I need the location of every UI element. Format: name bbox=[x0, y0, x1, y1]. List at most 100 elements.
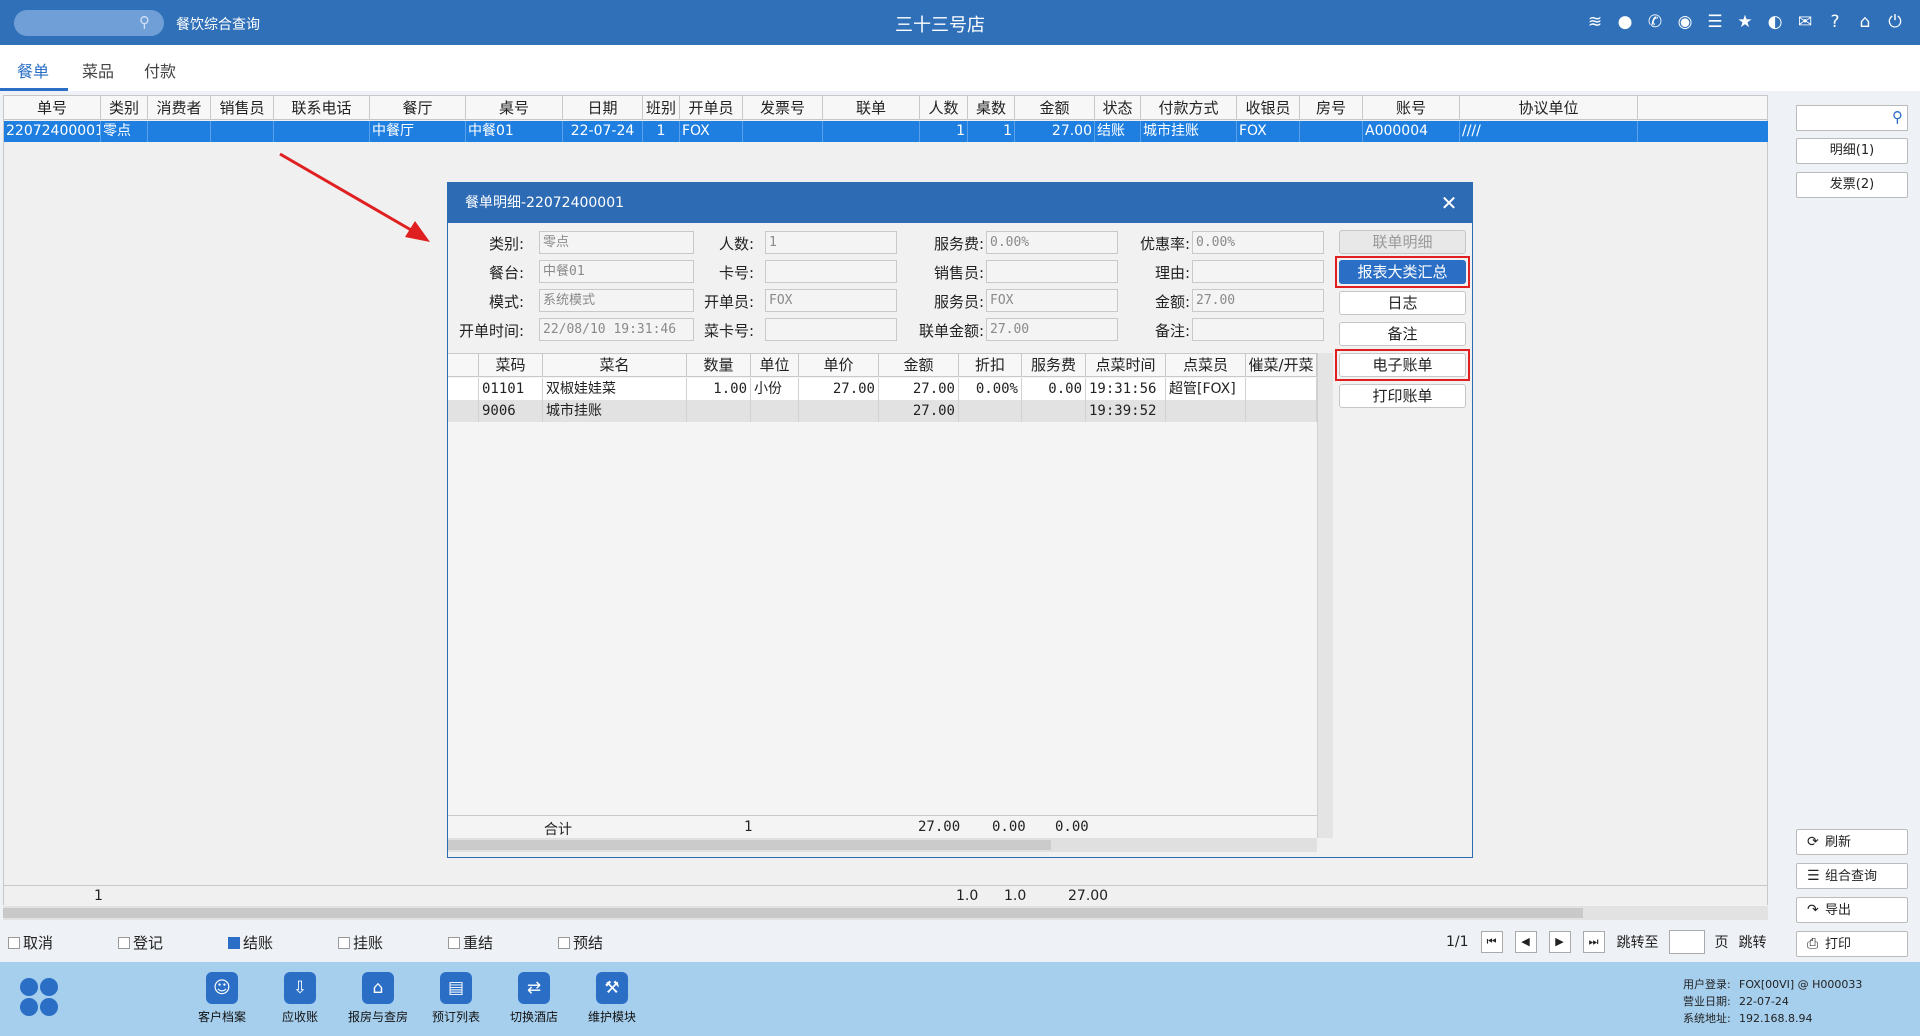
column-header[interactable]: 发票号 bbox=[743, 96, 823, 120]
taskbar-switch-hotel[interactable]: ⇄ 切换酒店 bbox=[498, 972, 570, 1025]
column-header[interactable]: 单号 bbox=[4, 96, 101, 120]
column-header[interactable]: 折扣 bbox=[959, 354, 1022, 377]
table-row[interactable]: 9006 城市挂账 27.00 19:39:52 bbox=[448, 400, 1317, 422]
column-header[interactable]: 账号 bbox=[1363, 96, 1460, 120]
people-field[interactable]: 1 bbox=[765, 231, 897, 254]
filter-cancelled[interactable]: 取消 bbox=[8, 932, 53, 953]
combo-query-button[interactable]: ☰ 组合查询 bbox=[1796, 863, 1908, 889]
menu-card-field[interactable] bbox=[765, 318, 897, 341]
checkbox-checked-icon[interactable] bbox=[228, 936, 240, 949]
column-header[interactable]: 数量 bbox=[687, 354, 751, 377]
taskbar-booking-list[interactable]: ▤ 预订列表 bbox=[420, 972, 492, 1025]
column-header[interactable]: 金额 bbox=[1015, 96, 1095, 120]
filter-registered[interactable]: 登记 bbox=[118, 932, 163, 953]
orders-grid-hscrollbar[interactable] bbox=[3, 906, 1768, 920]
column-header[interactable]: 服务费 bbox=[1022, 354, 1086, 377]
menu-icon[interactable]: ☰ bbox=[1704, 10, 1726, 34]
amount-field[interactable]: 27.00 bbox=[1192, 289, 1324, 312]
column-header[interactable]: 协议单位 bbox=[1460, 96, 1638, 120]
table-field[interactable]: 中餐01 bbox=[539, 260, 694, 283]
table-row[interactable]: 01101 双椒娃娃菜 1.00 小份 27.00 27.00 0.00% 0.… bbox=[448, 378, 1317, 400]
prev-page-icon[interactable]: ◀ bbox=[1514, 931, 1537, 953]
print-button[interactable]: ⎙ 打印 bbox=[1796, 931, 1908, 957]
table-row[interactable]: 22072400001 零点 中餐厅 中餐01 22-07-24 1 FOX 1… bbox=[4, 121, 1768, 142]
column-header[interactable]: 班别 bbox=[643, 96, 680, 120]
help-icon[interactable]: ? bbox=[1824, 10, 1846, 34]
order-items-vscrollbar[interactable] bbox=[1317, 353, 1333, 838]
phone-icon[interactable]: ✆ bbox=[1644, 10, 1666, 34]
filter-on-account[interactable]: 挂账 bbox=[338, 932, 383, 953]
mode-field[interactable]: 系统模式 bbox=[539, 289, 694, 312]
column-header[interactable]: 桌号 bbox=[466, 96, 563, 120]
column-header[interactable]: 菜名 bbox=[543, 354, 687, 377]
taskbar-maintenance[interactable]: ⚒ 维护模块 bbox=[576, 972, 648, 1025]
column-header[interactable]: 房号 bbox=[1300, 96, 1363, 120]
export-button[interactable]: ↷ 导出 bbox=[1796, 897, 1908, 923]
taskbar-customer-files[interactable]: ☺ 客户档案 bbox=[186, 972, 258, 1025]
tab-orders[interactable]: 餐单 bbox=[17, 58, 49, 82]
scrollbar-thumb[interactable] bbox=[448, 840, 1051, 850]
waiter-field[interactable]: FOX bbox=[986, 289, 1118, 312]
print-bill-button[interactable]: 打印账单 bbox=[1339, 384, 1466, 408]
wifi-icon[interactable]: ≋ bbox=[1584, 10, 1606, 34]
palette-icon[interactable]: ◉ bbox=[1674, 10, 1696, 34]
column-header[interactable]: 联单 bbox=[823, 96, 920, 120]
order-items-hscrollbar[interactable] bbox=[448, 838, 1317, 852]
column-header[interactable]: 菜码 bbox=[479, 354, 543, 377]
service-fee-field[interactable]: 0.00% bbox=[986, 231, 1118, 254]
column-header[interactable]: 餐厅 bbox=[370, 96, 466, 120]
filter-resettled[interactable]: 重结 bbox=[448, 932, 493, 953]
column-header[interactable]: 桌数 bbox=[968, 96, 1015, 120]
opener-field[interactable]: FOX bbox=[765, 289, 897, 312]
column-header[interactable]: 类别 bbox=[101, 96, 148, 120]
checkbox-icon[interactable] bbox=[8, 936, 20, 949]
tab-payments[interactable]: 付款 bbox=[144, 58, 176, 82]
column-header[interactable]: 人数 bbox=[920, 96, 968, 120]
scrollbar-thumb[interactable] bbox=[3, 908, 1583, 918]
star-icon[interactable]: ★ bbox=[1734, 10, 1756, 34]
checkbox-icon[interactable] bbox=[338, 936, 350, 949]
goto-page-input[interactable] bbox=[1668, 930, 1705, 954]
chat-icon[interactable]: ● bbox=[1614, 10, 1636, 34]
invoice-button[interactable]: 发票(2) bbox=[1796, 172, 1908, 198]
column-header[interactable]: 点菜员 bbox=[1166, 354, 1246, 377]
goto-button[interactable]: 跳转 bbox=[1739, 932, 1767, 952]
checkbox-icon[interactable] bbox=[118, 936, 130, 949]
remark-field[interactable] bbox=[1192, 318, 1324, 341]
close-icon[interactable]: ✕ bbox=[1438, 191, 1460, 215]
first-page-icon[interactable]: ⏮ bbox=[1480, 931, 1503, 953]
next-page-icon[interactable]: ▶ bbox=[1548, 931, 1571, 953]
e-bill-button[interactable]: 电子账单 bbox=[1339, 353, 1466, 377]
column-header[interactable]: 单价 bbox=[799, 354, 879, 377]
column-header[interactable]: 消费者 bbox=[148, 96, 211, 120]
theme-icon[interactable]: ◐ bbox=[1764, 10, 1786, 34]
filter-pre-settled[interactable]: 预结 bbox=[558, 932, 603, 953]
column-header[interactable]: 点菜时间 bbox=[1086, 354, 1166, 377]
column-header[interactable]: 付款方式 bbox=[1141, 96, 1237, 120]
reason-field[interactable] bbox=[1192, 260, 1324, 283]
category-summary-button[interactable]: 报表大类汇总 bbox=[1339, 260, 1466, 284]
side-search-input[interactable]: ⚲ bbox=[1796, 105, 1908, 131]
log-button[interactable]: 日志 bbox=[1339, 291, 1466, 315]
home-icon[interactable]: ⌂ bbox=[1854, 10, 1876, 34]
column-header[interactable]: 催菜/开菜 bbox=[1246, 354, 1317, 377]
checkbox-icon[interactable] bbox=[448, 936, 460, 949]
column-header[interactable]: 收银员 bbox=[1237, 96, 1300, 120]
row-selector[interactable] bbox=[448, 400, 479, 422]
mail-icon[interactable]: ✉ bbox=[1794, 10, 1816, 34]
detail-button[interactable]: 明细(1) bbox=[1796, 138, 1908, 164]
refresh-button[interactable]: ⟳ 刷新 bbox=[1796, 829, 1908, 855]
filter-settled[interactable]: 结账 bbox=[228, 932, 273, 953]
last-page-icon[interactable]: ⏭ bbox=[1582, 931, 1605, 953]
joint-amount-field[interactable]: 27.00 bbox=[986, 318, 1118, 341]
column-header[interactable]: 状态 bbox=[1095, 96, 1141, 120]
column-header[interactable]: 金额 bbox=[879, 354, 959, 377]
tab-dishes[interactable]: 菜品 bbox=[82, 58, 114, 82]
column-header[interactable]: 销售员 bbox=[211, 96, 274, 120]
remark-button[interactable]: 备注 bbox=[1339, 322, 1466, 346]
column-header[interactable]: 联系电话 bbox=[274, 96, 370, 120]
column-header[interactable]: 单位 bbox=[751, 354, 799, 377]
column-header[interactable]: 开单员 bbox=[680, 96, 743, 120]
joint-detail-button[interactable]: 联单明细 bbox=[1339, 230, 1466, 254]
checkbox-icon[interactable] bbox=[558, 936, 570, 949]
